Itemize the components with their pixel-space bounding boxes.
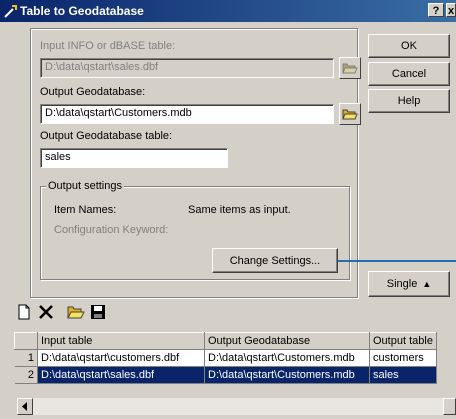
table-row[interactable]: 2 D:\data\qstart\sales.dbf D:\data\qstar… xyxy=(14,366,437,384)
table-row[interactable]: 1 D:\data\qstart\customers.dbf D:\data\q… xyxy=(14,349,437,367)
row-number: 1 xyxy=(14,349,38,367)
single-button-label: Single xyxy=(386,278,418,290)
help-button[interactable]: Help xyxy=(368,89,450,113)
batch-table: Input table Output Geodatabase Output ta… xyxy=(14,332,437,384)
row-number-header xyxy=(14,332,38,350)
cell-output-gdb[interactable]: D:\data\qstart\Customers.mdb xyxy=(204,366,370,384)
delete-x-icon[interactable] xyxy=(36,302,56,322)
cell-output-table[interactable]: sales xyxy=(369,366,437,384)
single-button[interactable]: Single ▲ xyxy=(368,271,450,297)
triangle-up-icon: ▲ xyxy=(422,279,432,289)
scroll-left-button[interactable] xyxy=(17,398,33,415)
column-header-output-table[interactable]: Output table xyxy=(369,332,437,350)
horizontal-scrollbar[interactable] xyxy=(17,398,456,415)
cell-output-gdb[interactable]: D:\data\qstart\Customers.mdb xyxy=(204,349,370,367)
save-disk-icon[interactable] xyxy=(88,302,108,322)
row-number: 2 xyxy=(14,366,38,384)
scroll-right-button[interactable] xyxy=(443,398,456,415)
column-header-input[interactable]: Input table xyxy=(37,332,205,350)
ok-button[interactable]: OK xyxy=(368,34,450,58)
cell-input[interactable]: D:\data\qstart\customers.dbf xyxy=(37,349,205,367)
open-folder-icon[interactable] xyxy=(66,302,86,322)
cell-input[interactable]: D:\data\qstart\sales.dbf xyxy=(37,366,205,384)
cancel-button[interactable]: Cancel xyxy=(368,62,450,86)
column-header-output-gdb[interactable]: Output Geodatabase xyxy=(204,332,370,350)
cell-output-table[interactable]: customers xyxy=(369,349,437,367)
new-document-icon[interactable] xyxy=(14,302,34,322)
table-header-row: Input table Output Geodatabase Output ta… xyxy=(14,332,437,350)
dialog-window: Table to Geodatabase ? x Input INFO or d… xyxy=(0,0,456,419)
